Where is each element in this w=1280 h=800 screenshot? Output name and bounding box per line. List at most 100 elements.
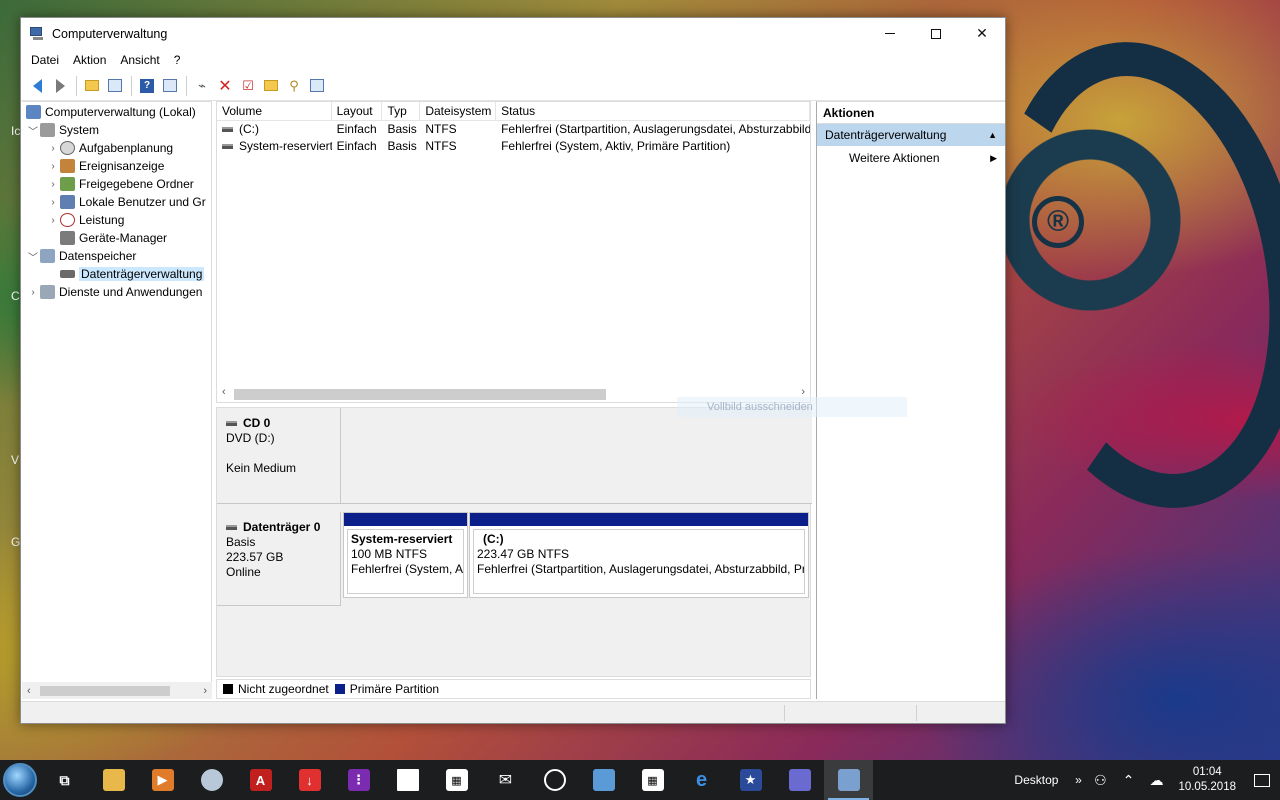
start-button[interactable]: [0, 760, 40, 800]
column-header-layout[interactable]: Layout: [332, 102, 383, 120]
chevron-up-icon[interactable]: ⌃: [1114, 772, 1142, 789]
disk-label-disk0[interactable]: Datenträger 0 Basis 223.57 GB Online: [217, 512, 341, 606]
volume-icon: [222, 144, 233, 150]
users-icon: [60, 195, 75, 209]
toolbar-expand-icon[interactable]: »: [1070, 773, 1086, 787]
taskbar-calculator[interactable]: ▦: [432, 760, 481, 800]
taskbar-onenote[interactable]: ⋮: [334, 760, 383, 800]
taskbar-calendar[interactable]: ▦: [628, 760, 677, 800]
tree-item-geraete-manager[interactable]: Geräte-Manager: [60, 229, 167, 247]
volume-list: Volume Layout Typ Dateisystem Status (C:…: [216, 101, 811, 403]
up-folder-button[interactable]: [81, 75, 103, 97]
partition-size: 100 MB NTFS: [351, 547, 428, 561]
chevron-right-icon[interactable]: ›: [26, 287, 40, 298]
chevron-down-icon[interactable]: ﹀: [26, 123, 40, 138]
column-header-status[interactable]: Status: [496, 102, 810, 120]
scrollbar-thumb[interactable]: [234, 389, 606, 400]
onedrive-icon[interactable]: ☁: [1142, 772, 1170, 789]
chevron-right-icon[interactable]: ›: [46, 179, 60, 190]
chevron-right-icon[interactable]: ›: [46, 161, 60, 172]
help-button[interactable]: ?: [136, 75, 158, 97]
show-tree-button[interactable]: [104, 75, 126, 97]
game-icon: ★: [739, 769, 762, 791]
taskbar-downloader[interactable]: ↓: [285, 760, 334, 800]
close-icon: ✕: [976, 25, 988, 41]
tree-item-root[interactable]: Computerverwaltung (Lokal): [26, 103, 196, 121]
table-row[interactable]: System-reserviert Einfach Basis NTFS Feh…: [217, 138, 810, 155]
tree-item-ereignisanzeige[interactable]: › Ereignisanzeige: [46, 157, 164, 175]
forward-button[interactable]: [49, 75, 71, 97]
tree-item-datentraegerverwaltung[interactable]: Datenträgerverwaltung: [60, 265, 205, 283]
menu-help[interactable]: ?: [167, 53, 188, 67]
menu-ansicht[interactable]: Ansicht: [113, 53, 166, 67]
clock[interactable]: 01:04 10.05.2018: [1178, 765, 1236, 795]
event-viewer-icon: [60, 159, 75, 173]
volume-list-header: Volume Layout Typ Dateisystem Status: [217, 102, 810, 121]
menu-datei[interactable]: Datei: [24, 53, 66, 67]
scroll-left-icon[interactable]: ‹: [27, 685, 31, 697]
chevron-right-icon[interactable]: ›: [46, 215, 60, 226]
minimize-button[interactable]: [867, 18, 913, 49]
partition-c[interactable]: (C:) 223.47 GB NTFS Fehlerfrei (Startpar…: [469, 512, 809, 598]
scroll-right-icon[interactable]: ›: [203, 685, 207, 697]
tree-horizontal-scrollbar[interactable]: ‹ ›: [22, 682, 212, 699]
column-header-typ[interactable]: Typ: [382, 102, 421, 120]
taskbar-sticky-notes[interactable]: [383, 760, 432, 800]
desktop-icon-label[interactable]: G: [11, 535, 20, 549]
partition-system-reserved[interactable]: System-reserviert 100 MB NTFS Fehlerfrei…: [343, 512, 468, 598]
taskbar-webcam[interactable]: [530, 760, 579, 800]
chevron-right-icon[interactable]: ›: [46, 197, 60, 208]
column-header-dateisystem[interactable]: Dateisystem: [420, 102, 497, 120]
taskbar-edge[interactable]: e: [677, 760, 726, 800]
tree-item-datenspeicher[interactable]: ﹀ Datenspeicher: [26, 247, 136, 265]
folder-up-button[interactable]: [260, 75, 282, 97]
back-button[interactable]: [26, 75, 48, 97]
action-pane-button[interactable]: [159, 75, 181, 97]
taskbar-game[interactable]: ★: [726, 760, 775, 800]
scroll-left-icon[interactable]: ‹: [222, 386, 226, 398]
tree-item-freigegebene-ordner[interactable]: › Freigegebene Ordner: [46, 175, 194, 193]
tree-item-system[interactable]: ﹀ System: [26, 121, 99, 139]
more-actions-item[interactable]: Weitere Aktionen ▶: [817, 146, 1005, 170]
cd-partition-area[interactable]: [341, 408, 812, 504]
maximize-button[interactable]: [913, 18, 959, 49]
taskbar-computer-management[interactable]: [824, 760, 873, 800]
check-button[interactable]: ☑: [237, 75, 259, 97]
tree-item-lokale-benutzer[interactable]: › Lokale Benutzer und Gr: [46, 193, 206, 211]
search-button[interactable]: ⚲: [283, 75, 305, 97]
chevron-down-icon[interactable]: ﹀: [26, 249, 40, 264]
taskbar-paint[interactable]: [187, 760, 236, 800]
taskbar-control-panel[interactable]: [579, 760, 628, 800]
tree-item-label: Leistung: [79, 213, 125, 227]
close-button[interactable]: ✕: [959, 18, 1005, 49]
taskbar-acrobat[interactable]: A: [236, 760, 285, 800]
menu-aktion[interactable]: Aktion: [66, 53, 113, 67]
computer-management-icon: [837, 769, 860, 791]
desktop-icon-label[interactable]: Ic: [11, 124, 20, 138]
taskbar-hardware[interactable]: [775, 760, 824, 800]
disk-label-cd0[interactable]: CD 0 DVD (D:) Kein Medium: [217, 408, 341, 504]
desktop-icon-label[interactable]: C: [11, 289, 20, 303]
tree-item-dienste[interactable]: › Dienste und Anwendungen: [26, 283, 202, 301]
actions-section[interactable]: Datenträgerverwaltung ▲: [817, 124, 1005, 146]
properties-button[interactable]: [306, 75, 328, 97]
title-bar[interactable]: Computerverwaltung ✕: [21, 18, 1005, 49]
desktop-icon-label[interactable]: V: [11, 453, 19, 467]
connect-drive-button[interactable]: ⌁: [191, 75, 213, 97]
scrollbar-thumb[interactable]: [40, 686, 170, 696]
delete-button[interactable]: ✕: [214, 75, 236, 97]
action-center-button[interactable]: [1244, 760, 1280, 800]
people-icon[interactable]: ⚇: [1086, 772, 1114, 789]
cd-drive-icon: [226, 421, 237, 427]
taskbar-explorer[interactable]: [89, 760, 138, 800]
chevron-right-icon[interactable]: ›: [46, 143, 60, 154]
desktop-toolbar-label[interactable]: Desktop: [1014, 773, 1058, 787]
taskbar-mail[interactable]: ✉: [481, 760, 530, 800]
task-view-button[interactable]: ⧉: [40, 760, 89, 800]
table-row[interactable]: (C:) Einfach Basis NTFS Fehlerfrei (Star…: [217, 121, 810, 138]
taskbar-media-player[interactable]: ▶: [138, 760, 187, 800]
collapse-up-icon[interactable]: ▲: [988, 124, 997, 146]
tree-item-leistung[interactable]: › Leistung: [46, 211, 124, 229]
column-header-volume[interactable]: Volume: [217, 102, 332, 120]
tree-item-aufgabenplanung[interactable]: › Aufgabenplanung: [46, 139, 173, 157]
